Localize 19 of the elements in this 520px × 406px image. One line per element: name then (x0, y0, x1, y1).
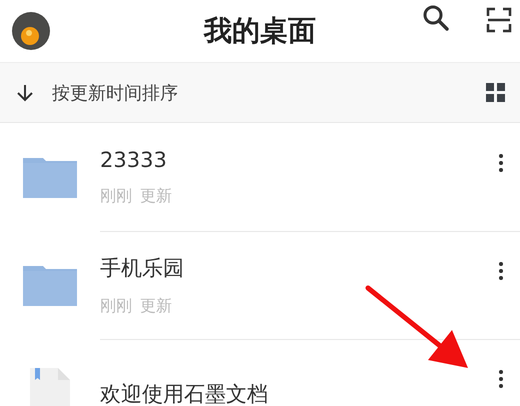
avatar-icon[interactable] (11, 11, 51, 51)
scan-icon[interactable] (486, 7, 512, 33)
grid-view-icon[interactable] (486, 82, 506, 102)
sort-bar[interactable]: 按更新时间排序 (0, 62, 520, 123)
update-status: 更新 (140, 296, 172, 317)
more-options-icon[interactable] (498, 153, 504, 173)
update-time: 刚刚 (100, 186, 132, 206)
search-icon[interactable] (422, 4, 450, 32)
item-name[interactable]: 23333 (100, 148, 520, 172)
page-title: 我的桌面 (204, 13, 316, 49)
update-time: 刚刚 (100, 296, 132, 317)
down-arrow-icon (16, 82, 34, 102)
more-options-icon[interactable] (498, 369, 504, 389)
document-icon (29, 367, 71, 406)
item-name[interactable]: 欢迎使用石墨文档 (100, 380, 520, 406)
more-options-icon[interactable] (498, 261, 504, 281)
sort-label: 按更新时间排序 (52, 82, 179, 104)
item-name[interactable]: 手机乐园 (100, 254, 520, 282)
update-status: 更新 (140, 186, 172, 206)
